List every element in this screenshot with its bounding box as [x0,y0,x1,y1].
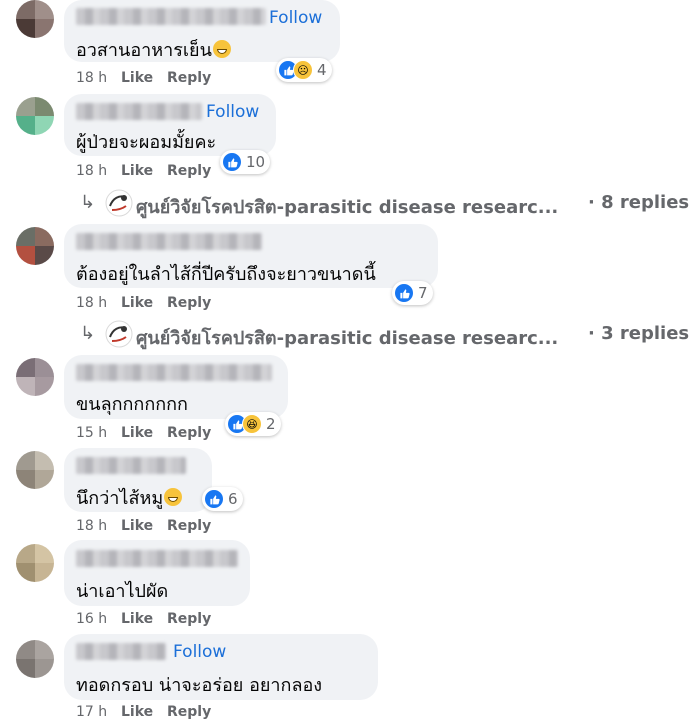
follow-link[interactable]: Follow [173,642,226,662]
reply-count[interactable]: · 8 replies [588,192,689,213]
reply-count[interactable]: · 3 replies [588,323,689,344]
timestamp[interactable]: 18 h [76,518,107,534]
like-icon [394,283,414,303]
like-icon [222,152,242,172]
avatar[interactable] [16,358,54,396]
comment-text: ทอดกรอบ น่าจะอร่อย อยากลอง [76,675,323,696]
comment-text: ต้องอยู่ในลำไส้กี่ปีครับถึงจะยาวขนาดนี้ [76,264,376,285]
haha-icon: 😆 [242,414,262,434]
grin-emoji-icon [212,40,231,58]
author-name[interactable] [76,364,272,381]
reaction-count: 10 [246,153,266,171]
comment-bubble: Follow ทอดกรอบ น่าจะอร่อย อยากลอง [64,634,378,700]
timestamp[interactable]: 16 h [76,611,107,627]
reaction-summary[interactable]: ☹ 4 [276,58,332,82]
like-button[interactable]: Like [121,70,153,86]
reaction-summary[interactable]: 😆 2 [225,412,281,436]
avatar[interactable] [16,97,54,135]
follow-link[interactable]: Follow [206,102,259,122]
page-name[interactable]: ศูนย์วิจัยโรคปรสิต-parasitic disease res… [136,192,558,221]
timestamp[interactable]: 18 h [76,70,107,86]
comment-bubble: Follow อวสานอาหารเย็น [64,0,340,62]
avatar[interactable] [16,0,54,38]
timestamp[interactable]: 18 h [76,163,107,179]
comment-text: น่าเอาไปผัด [76,581,169,602]
avatar[interactable] [16,544,54,582]
reaction-summary[interactable]: 10 [220,150,271,174]
comment-bubble: นึกว่าไส้หมู [64,448,212,512]
view-replies-link[interactable]: ↳ ศูนย์วิจัยโรคปรสิต-parasitic disease r… [76,320,689,352]
reply-button[interactable]: Reply [167,518,211,534]
like-button[interactable]: Like [121,425,153,441]
comment-text: ผู้ป่วยจะผอมมั้ยคะ [76,132,217,153]
like-button[interactable]: Like [121,163,153,179]
avatar[interactable] [16,640,54,678]
like-button[interactable]: Like [121,611,153,627]
author-name[interactable] [76,643,166,660]
page-name[interactable]: ศูนย์วิจัยโรคปรสิต-parasitic disease res… [136,323,558,352]
comment-text: อวสานอาหารเย็น [76,35,231,64]
timestamp[interactable]: 18 h [76,295,107,311]
comment-bubble: ขนลุกกกกกกก [64,355,288,419]
reaction-count: 4 [317,61,327,79]
grin-emoji-icon [164,488,183,506]
sad-icon: ☹ [293,60,313,80]
author-name[interactable] [76,8,266,25]
avatar[interactable] [16,227,54,265]
author-name[interactable] [76,550,238,567]
timestamp[interactable]: 17 h [76,704,107,720]
timestamp[interactable]: 15 h [76,425,107,441]
reaction-count: 2 [266,415,276,433]
reaction-summary[interactable]: 7 [392,281,433,305]
comment-bubble: Follow ผู้ป่วยจะผอมมั้ยคะ [64,94,276,156]
follow-link[interactable]: Follow [269,8,322,28]
comment-bubble: น่าเอาไปผัด [64,540,250,606]
comment-bubble: ต้องอยู่ในลำไส้กี่ปีครับถึงจะยาวขนาดนี้ [64,224,438,288]
author-name[interactable] [76,103,202,120]
author-name[interactable] [76,233,262,250]
comment-text: นึกว่าไส้หมู [76,483,183,512]
like-icon [204,489,224,509]
reply-button[interactable]: Reply [167,611,211,627]
reply-button[interactable]: Reply [167,70,211,86]
page-logo-icon [105,189,133,217]
like-button[interactable]: Like [121,295,153,311]
view-replies-link[interactable]: ↳ ศูนย์วิจัยโรคปรสิต-parasitic disease r… [76,189,689,221]
reply-arrow-icon: ↳ [80,323,96,344]
reaction-count: 6 [228,490,238,508]
reply-arrow-icon: ↳ [80,192,96,213]
reply-button[interactable]: Reply [167,704,211,720]
author-name[interactable] [76,457,186,474]
reply-button[interactable]: Reply [167,425,211,441]
reaction-summary[interactable]: 6 [202,487,243,511]
reply-button[interactable]: Reply [167,295,211,311]
page-logo-icon [105,320,133,348]
avatar[interactable] [16,451,54,489]
like-button[interactable]: Like [121,704,153,720]
comment-text: ขนลุกกกกกกก [76,394,188,415]
reply-button[interactable]: Reply [167,163,211,179]
reaction-count: 7 [418,284,428,302]
like-button[interactable]: Like [121,518,153,534]
